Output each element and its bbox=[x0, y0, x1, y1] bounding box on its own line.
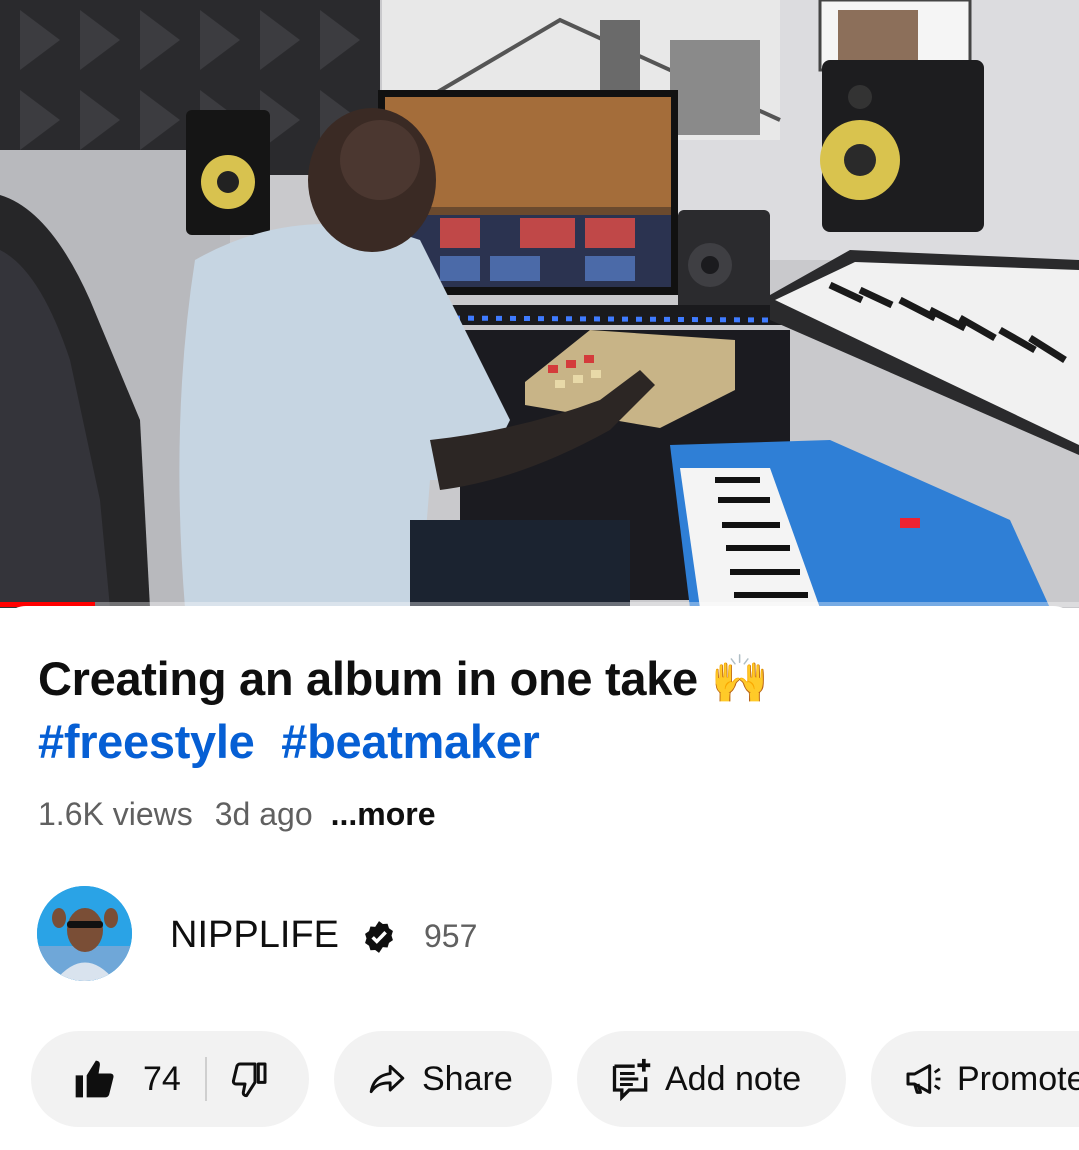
video-meta[interactable]: 1.6K views 3d ago ...more bbox=[38, 796, 436, 833]
share-arrow-icon bbox=[366, 1060, 408, 1098]
channel-name[interactable]: NIPPLIFE bbox=[170, 914, 339, 957]
subscriber-count: 957 bbox=[424, 918, 478, 954]
add-note-button[interactable]: Add note bbox=[577, 1031, 846, 1127]
video-title-text: Creating an album in one take bbox=[38, 652, 698, 705]
view-count: 1.6K views bbox=[38, 796, 193, 832]
raising-hands-emoji: 🙌 bbox=[710, 652, 770, 707]
video-frame bbox=[0, 0, 1079, 608]
thumbs-up-icon[interactable] bbox=[71, 1057, 117, 1101]
megaphone-icon bbox=[901, 1059, 945, 1099]
verified-badge-icon bbox=[365, 921, 393, 953]
more-link[interactable]: ...more bbox=[331, 796, 436, 833]
video-player[interactable] bbox=[0, 0, 1079, 608]
like-divider bbox=[204, 1057, 207, 1101]
thumbs-down-icon[interactable] bbox=[229, 1059, 271, 1099]
avatar-image bbox=[37, 886, 132, 981]
channel-avatar[interactable] bbox=[37, 886, 132, 981]
hashtag-freestyle[interactable]: #freestyle bbox=[38, 715, 255, 768]
video-title[interactable]: Creating an album in one take 🙌 #freesty… bbox=[38, 648, 1048, 773]
share-button[interactable]: Share bbox=[334, 1031, 552, 1127]
add-note-icon bbox=[609, 1057, 653, 1101]
hashtag-beatmaker[interactable]: #beatmaker bbox=[281, 715, 540, 768]
like-count[interactable]: 74 bbox=[143, 1060, 181, 1099]
share-label: Share bbox=[422, 1059, 513, 1098]
upload-age: 3d ago bbox=[214, 796, 313, 832]
promote-button[interactable]: Promote bbox=[871, 1031, 1079, 1127]
add-note-label: Add note bbox=[665, 1059, 802, 1098]
like-dislike-group: 74 bbox=[31, 1031, 309, 1127]
hashtag-list: #freestyle #beatmaker bbox=[38, 715, 554, 768]
promote-label: Promote bbox=[957, 1059, 1079, 1098]
